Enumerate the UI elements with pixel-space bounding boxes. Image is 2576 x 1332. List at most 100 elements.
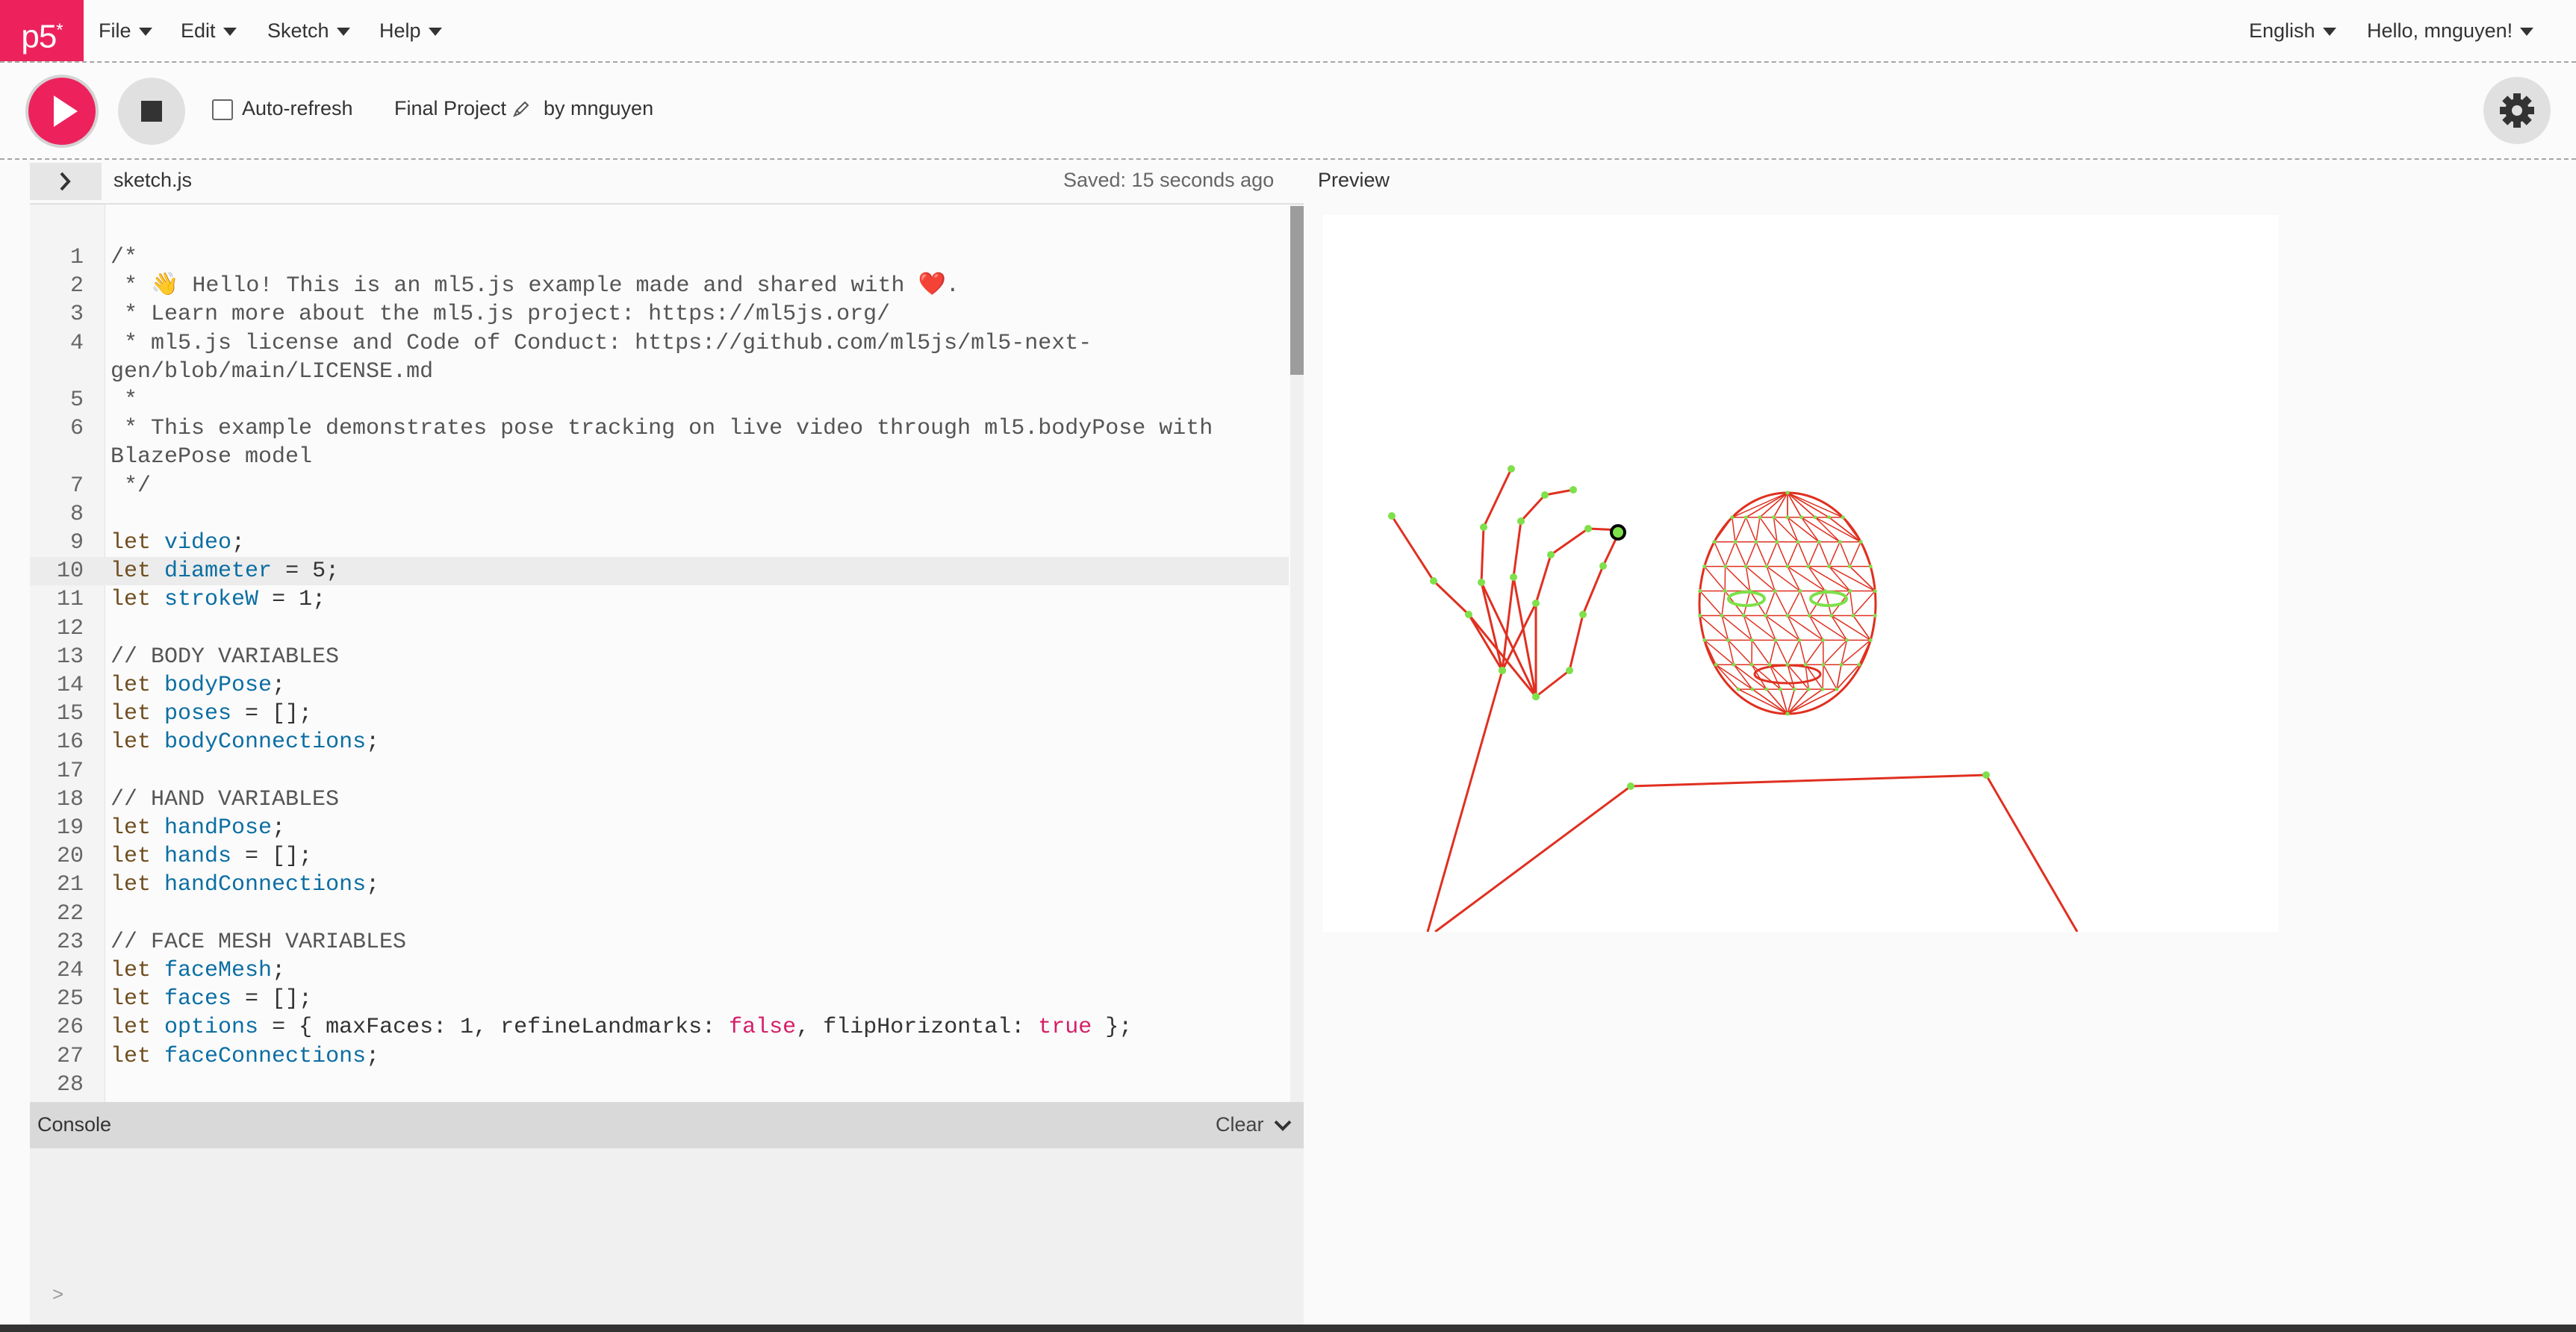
keypoint — [1858, 540, 1863, 544]
code-line[interactable]: gen/blob/main/LICENSE.md — [30, 358, 1289, 386]
code-text: * ml5.js license and Code of Conduct: ht… — [111, 330, 1092, 356]
code-text: let faceMesh; — [111, 958, 286, 983]
pencil-icon[interactable] — [512, 100, 530, 118]
console-prompt[interactable]: > — [52, 1283, 63, 1306]
keypoint — [1714, 662, 1718, 667]
keypoint — [1698, 613, 1702, 617]
code-line[interactable]: 2 * 👋 Hello! This is an ml5.js example m… — [30, 272, 1289, 300]
keypoint — [1627, 782, 1634, 790]
menu-sketch[interactable]: Sketch — [267, 0, 350, 61]
code-line[interactable]: 26 let options = { maxFaces: 1, refineLan… — [30, 1013, 1289, 1042]
file-tab[interactable]: sketch.js — [113, 169, 192, 192]
keypoint — [1821, 662, 1826, 667]
code-text: // HAND VARIABLES — [111, 786, 340, 812]
code-line[interactable]: 6 * This example demonstrates pose track… — [30, 414, 1289, 443]
line-number: 15 — [56, 701, 84, 727]
code-line[interactable]: 22 — [30, 900, 1289, 928]
keypoint — [1797, 638, 1802, 642]
editor-scroll-thumb[interactable] — [1290, 206, 1304, 375]
code-line[interactable]: 28 — [30, 1071, 1289, 1099]
skeleton-line — [1704, 566, 1726, 592]
keypoint — [1806, 564, 1811, 569]
menu-edit[interactable]: Edit — [181, 0, 237, 61]
code-line[interactable]: 12 — [30, 614, 1289, 643]
code-line[interactable]: BlazePose model — [30, 443, 1289, 471]
code-line[interactable]: 11 let strokeW = 1; — [30, 585, 1289, 614]
code-text: let hands = []; — [111, 844, 313, 870]
project-author[interactable]: by mnguyen — [544, 97, 653, 120]
code-line[interactable]: 23 // FACE MESH VARIABLES — [30, 928, 1289, 956]
keypoint — [1764, 613, 1768, 617]
skeleton-line — [1732, 492, 1788, 518]
code-line[interactable]: 5 * — [30, 386, 1289, 414]
code-line[interactable]: 27 let faceConnections; — [30, 1042, 1289, 1071]
settings-button[interactable] — [2483, 77, 2551, 144]
code-line[interactable]: 9 let video; — [30, 529, 1289, 557]
keypoint — [1749, 662, 1754, 667]
skeleton-line — [1808, 541, 1820, 567]
code-line[interactable]: 18 // HAND VARIABLES — [30, 785, 1289, 814]
menu-file[interactable]: File — [99, 0, 152, 61]
code-line[interactable]: 4 * ml5.js license and Code of Conduct: … — [30, 329, 1289, 358]
skeleton-line — [1831, 615, 1848, 641]
code-line[interactable]: 3 * Learn more about the ml5.js project:… — [30, 300, 1289, 329]
keypoint — [1579, 611, 1587, 618]
skeleton-line — [1480, 526, 1485, 583]
code-line[interactable]: 24 let faceMesh; — [30, 956, 1289, 985]
code-line[interactable]: 16 let bodyConnections; — [30, 728, 1289, 756]
auto-refresh-checkbox[interactable] — [212, 99, 233, 120]
console-clear-button[interactable]: Clear — [1216, 1113, 1264, 1136]
keypoint — [1698, 589, 1702, 594]
chevron-down-icon[interactable] — [1272, 1115, 1293, 1136]
skeleton-line — [1766, 541, 1778, 567]
preview-canvas[interactable] — [1323, 215, 2279, 933]
p5-logo[interactable]: p5* — [0, 0, 84, 61]
keypoint — [1827, 564, 1832, 569]
sidebar-toggle-button[interactable] — [30, 163, 102, 200]
code-line[interactable]: 17 — [30, 757, 1289, 785]
project-name[interactable]: Final Project — [394, 97, 506, 120]
keypoint — [1749, 638, 1754, 642]
code-line[interactable]: 19 let handPose; — [30, 814, 1289, 842]
code-line[interactable]: 15 let poses = []; — [30, 700, 1289, 728]
line-number: 7 — [69, 473, 84, 499]
skeleton-line — [1823, 639, 1848, 665]
skeleton-line — [1512, 576, 1537, 697]
keypoint — [1857, 662, 1861, 667]
skeleton-line — [1829, 566, 1851, 592]
code-editor[interactable]: 1/* 2 * 👋 Hello! This is an ml5.js exampl… — [30, 203, 1304, 1104]
skeleton-line — [1824, 591, 1832, 616]
language-selector[interactable]: English — [2249, 0, 2336, 61]
code-line[interactable]: 8 — [30, 500, 1289, 529]
menu-help[interactable]: Help — [379, 0, 442, 61]
keypoint — [1430, 577, 1437, 585]
keypoint — [1599, 562, 1607, 570]
keypoint — [1720, 613, 1724, 617]
keypoint — [1712, 540, 1717, 544]
code-line[interactable]: 10 let diameter = 5; — [30, 557, 1289, 586]
line-number: 11 — [56, 587, 84, 613]
code-line[interactable]: 14 let bodyPose; — [30, 671, 1289, 700]
code-text: * This example demonstrates pose trackin… — [111, 416, 1213, 442]
skeleton-line — [1787, 591, 1801, 616]
code-line[interactable]: 25 let faces = []; — [30, 985, 1289, 1013]
keypoint — [1807, 613, 1811, 617]
code-line[interactable]: 13 // BODY VARIABLES — [30, 643, 1289, 671]
keypoint — [1785, 712, 1790, 716]
skeleton-line — [1831, 614, 1871, 641]
user-menu[interactable]: Hello, mnguyen! — [2367, 0, 2534, 61]
keypoint — [1806, 687, 1811, 691]
skeleton-line — [1482, 468, 1513, 528]
code-line[interactable]: 21 let handConnections; — [30, 871, 1289, 899]
stop-button[interactable] — [118, 78, 185, 145]
keypoint — [1723, 564, 1728, 569]
code-line[interactable]: 20 let hands = []; — [30, 842, 1289, 871]
skeleton-line — [1808, 566, 1826, 591]
code-line[interactable]: 1 /* — [30, 243, 1289, 272]
play-button[interactable] — [28, 78, 96, 145]
keypoint — [1465, 611, 1472, 618]
keypoint — [1835, 687, 1839, 691]
menu-sketch-label: Sketch — [267, 19, 329, 42]
keypoint — [1827, 515, 1832, 520]
code-line[interactable]: 7 */ — [30, 472, 1289, 500]
